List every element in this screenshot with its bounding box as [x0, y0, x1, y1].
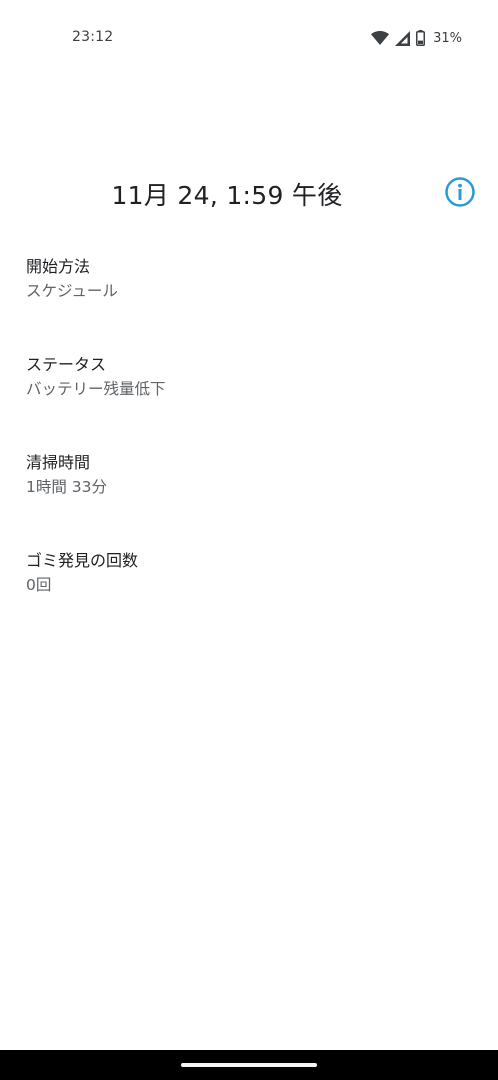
- detail-label: 開始方法: [26, 257, 91, 276]
- detail-list: 開始方法 スケジュール ステータス バッテリー残量低下 清掃時間 1時間 33分…: [26, 256, 466, 648]
- detail-item-cleaning-time: 清掃時間 1時間 33分: [26, 452, 466, 550]
- status-bar: 23:12 31%: [0, 0, 498, 76]
- status-icons: 31%: [371, 28, 462, 48]
- detail-value: 1時間 33分: [26, 478, 108, 496]
- detail-label: ゴミ発見の回数: [26, 551, 139, 570]
- detail-label: ステータス: [26, 355, 107, 374]
- navigation-bar: [0, 1050, 498, 1080]
- battery-icon: [416, 30, 426, 46]
- wifi-icon: [371, 31, 390, 45]
- page-title: 11月 24, 1:59 午後: [111, 181, 343, 210]
- home-gesture-handle[interactable]: [181, 1063, 317, 1067]
- status-time: 23:12: [72, 29, 114, 45]
- detail-item-start-method: 開始方法 スケジュール: [26, 256, 466, 354]
- detail-item-dirt-detection-count: ゴミ発見の回数 0回: [26, 550, 466, 648]
- detail-label: 清掃時間: [26, 453, 91, 472]
- detail-value: スケジュール: [26, 282, 118, 300]
- cell-signal-icon: [395, 30, 411, 46]
- detail-item-status: ステータス バッテリー残量低下: [26, 354, 466, 452]
- detail-value: バッテリー残量低下: [26, 380, 166, 398]
- detail-value: 0回: [26, 576, 52, 594]
- battery-percentage: 31%: [433, 30, 462, 46]
- info-button[interactable]: [444, 176, 476, 208]
- info-icon: [444, 176, 476, 208]
